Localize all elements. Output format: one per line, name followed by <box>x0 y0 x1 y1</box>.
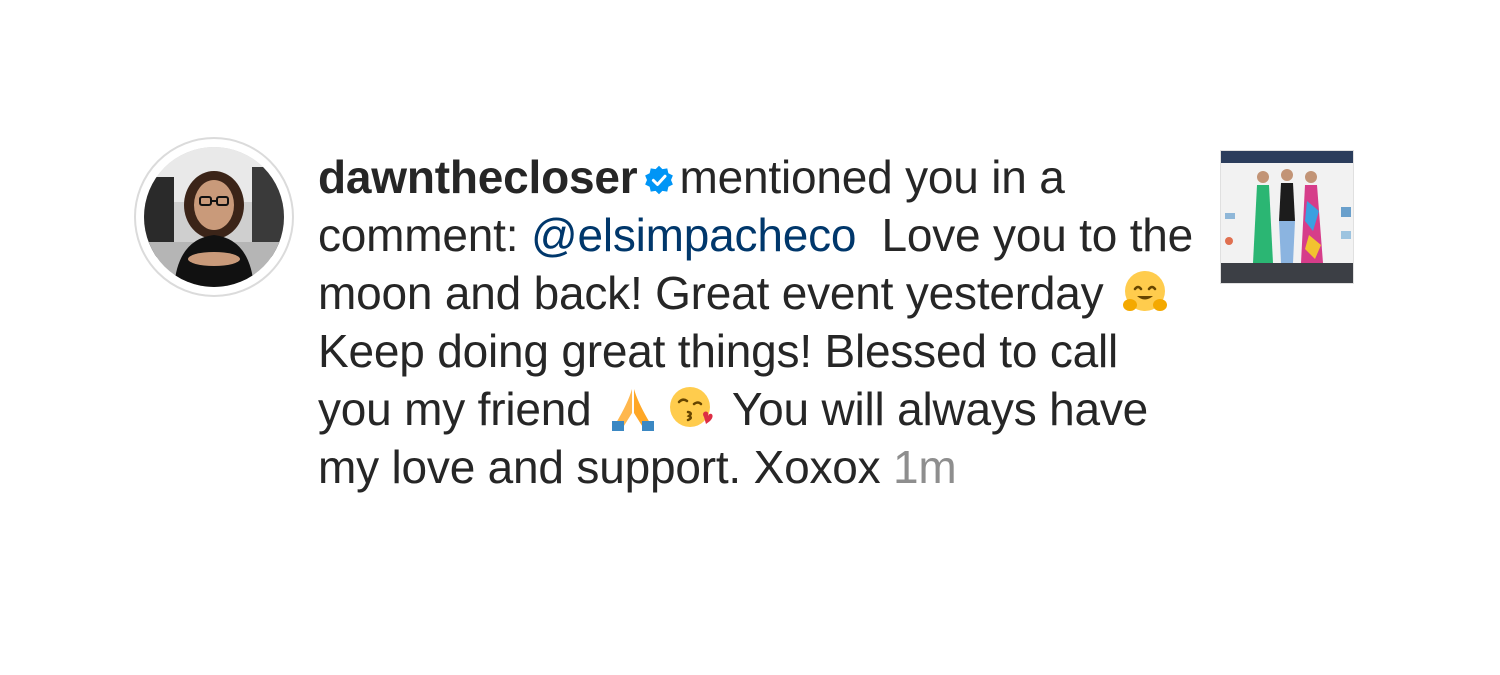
face-blowing-kiss-emoji-icon <box>670 387 713 427</box>
folded-hands-emoji-icon <box>612 389 655 431</box>
notification-text: dawnthecloser mentioned you in a comment:… <box>318 148 1198 496</box>
avatar[interactable] <box>144 147 284 287</box>
verified-badge-icon <box>644 165 673 195</box>
post-thumbnail[interactable] <box>1220 150 1354 284</box>
user-avatar-ring[interactable] <box>134 137 294 297</box>
mention-link[interactable]: @elsimpacheco <box>531 209 857 261</box>
timestamp: 1m <box>893 441 957 493</box>
post-thumbnail-image <box>1221 151 1353 283</box>
mention-notification[interactable]: dawnthecloser mentioned you in a comment:… <box>0 0 1500 675</box>
username-link[interactable]: dawnthecloser <box>318 151 638 203</box>
hugging-face-emoji-icon <box>1123 271 1168 311</box>
